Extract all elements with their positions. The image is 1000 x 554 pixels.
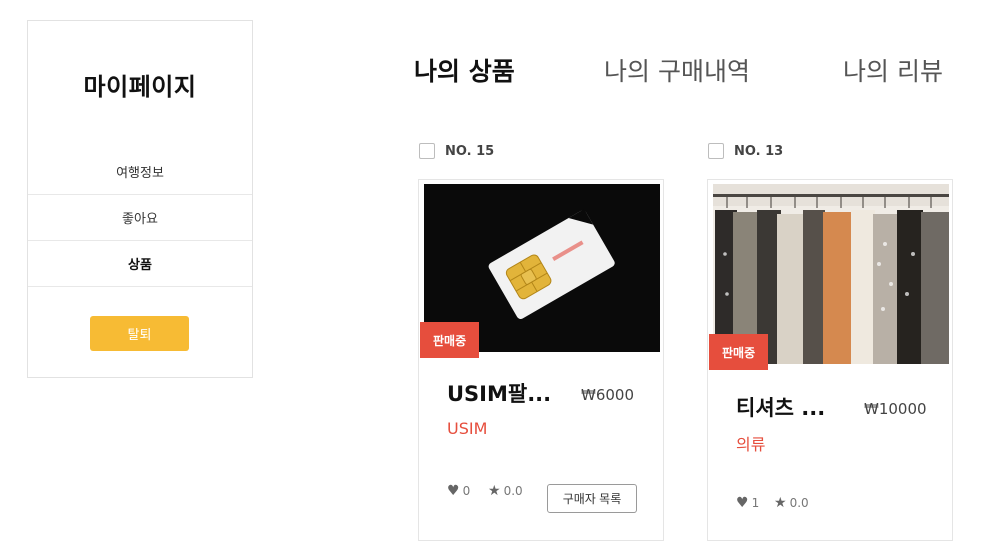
product-header: NO. 15 bbox=[419, 143, 494, 159]
likes-value: 0 bbox=[462, 484, 471, 498]
tab-my-reviews[interactable]: 나의 리뷰 bbox=[843, 52, 943, 88]
status-badge: 판매중 bbox=[420, 322, 480, 358]
product-number: NO. 13 bbox=[734, 143, 784, 159]
product-price: ₩6000 bbox=[581, 386, 635, 404]
tab-my-products[interactable]: 나의 상품 bbox=[414, 52, 515, 88]
sidebar-item-likes[interactable]: 좋아요 bbox=[28, 195, 252, 241]
withdraw-button[interactable]: 탈퇴 bbox=[90, 316, 189, 351]
product-card[interactable]: 판매중 USIM팔... ₩6000 USIM ♥ 0 ★ 0.0 구매자 목록 bbox=[418, 179, 664, 541]
rating: ★ 0.0 bbox=[774, 495, 809, 511]
product-card[interactable]: 판매중 티셔츠 ... ₩10000 의류 ♥ 1 ★ 0.0 bbox=[707, 179, 953, 541]
product-price: ₩10000 bbox=[864, 400, 927, 418]
product-number: NO. 15 bbox=[445, 143, 495, 159]
star-icon: ★ bbox=[488, 483, 501, 499]
heart-icon: ♥ bbox=[736, 495, 749, 511]
product-name[interactable]: 티셔츠 ... bbox=[736, 392, 825, 422]
likes-count: ♥ 1 bbox=[736, 495, 759, 511]
rating-value: 0.0 bbox=[789, 496, 809, 510]
likes-value: 1 bbox=[751, 496, 760, 510]
star-icon: ★ bbox=[774, 495, 787, 511]
select-checkbox[interactable] bbox=[419, 143, 435, 159]
sidebar-title: 마이페이지 bbox=[83, 73, 197, 101]
heart-icon: ♥ bbox=[447, 483, 460, 499]
product-category: 의류 bbox=[736, 435, 766, 454]
status-badge: 판매중 bbox=[709, 334, 769, 370]
tab-my-purchases[interactable]: 나의 구매내역 bbox=[604, 52, 750, 88]
rating: ★ 0.0 bbox=[488, 483, 523, 499]
select-checkbox[interactable] bbox=[708, 143, 724, 159]
product-category: USIM bbox=[447, 419, 488, 438]
sidebar-item-products[interactable]: 상품 bbox=[28, 241, 252, 287]
product-name[interactable]: USIM팔... bbox=[447, 378, 551, 408]
likes-count: ♥ 0 bbox=[447, 483, 470, 499]
mypage-sidebar: 마이페이지 여행정보 좋아요 상품 탈퇴 bbox=[27, 20, 253, 378]
sidebar-item-travel-info[interactable]: 여행정보 bbox=[28, 149, 252, 195]
product-header: NO. 13 bbox=[708, 143, 783, 159]
rating-value: 0.0 bbox=[503, 484, 523, 498]
buyers-list-button[interactable]: 구매자 목록 bbox=[547, 484, 637, 513]
